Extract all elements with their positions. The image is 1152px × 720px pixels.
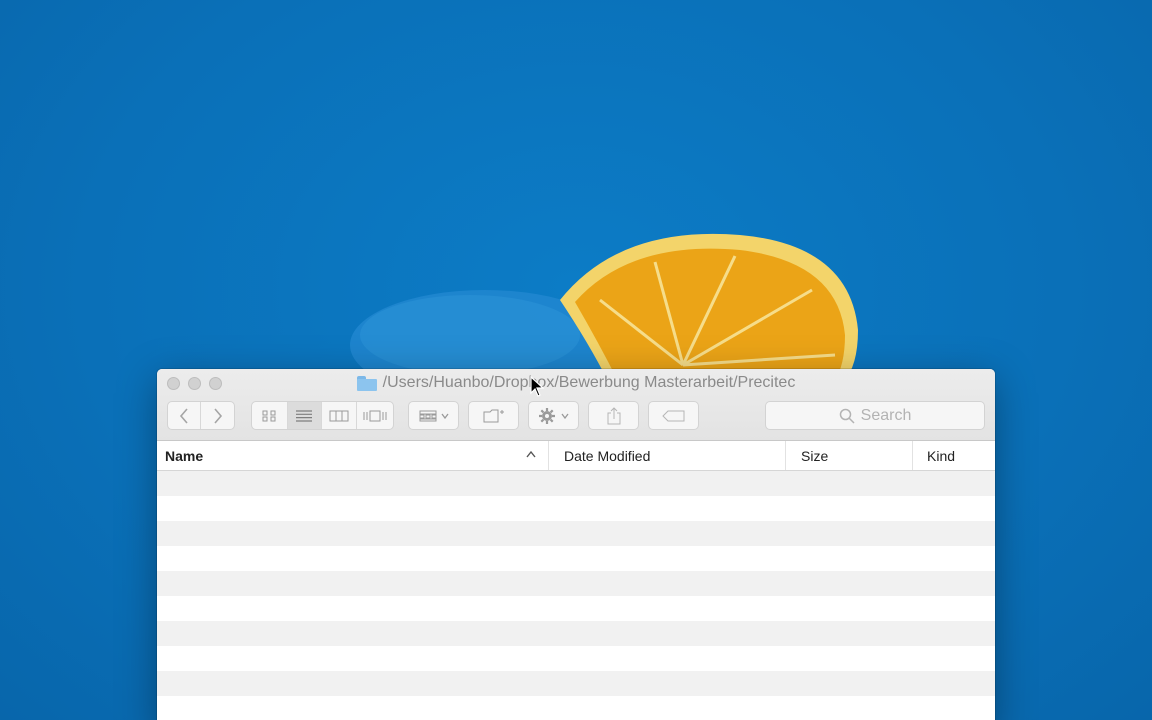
arrange-grid-icon (419, 410, 436, 421)
share-button[interactable] (589, 402, 638, 429)
chevron-down-icon (561, 413, 569, 419)
gear-icon (539, 407, 555, 424)
mouse-pointer-icon (530, 376, 544, 397)
new-folder-icon (483, 409, 504, 422)
view-mode-control (251, 401, 394, 430)
chevron-right-icon (213, 407, 222, 424)
list-view-button[interactable] (287, 402, 323, 429)
search-icon (839, 408, 855, 424)
empty-row (157, 646, 995, 671)
arrange-menu[interactable] (408, 401, 459, 430)
empty-row (157, 671, 995, 696)
column-header-row: Name Date Modified Size Kind (157, 441, 995, 471)
list-icon (296, 409, 313, 422)
action-button[interactable] (529, 402, 578, 429)
column-header-size[interactable]: Size (786, 441, 913, 470)
column-label-kind: Kind (927, 447, 956, 464)
empty-row (157, 496, 995, 521)
cover-flow-icon (363, 410, 387, 421)
window-title: /Users/Huanbo/Dropbox/Bewerbung Masterar… (157, 374, 995, 392)
search-placeholder: Search (860, 406, 912, 424)
search-field[interactable]: Search (765, 401, 985, 430)
title-bar[interactable]: /Users/Huanbo/Dropbox/Bewerbung Masterar… (157, 369, 995, 441)
column-header-date-modified[interactable]: Date Modified (549, 441, 786, 470)
file-list[interactable] (157, 471, 995, 720)
tags-group (648, 401, 699, 430)
column-header-name[interactable]: Name (157, 441, 549, 470)
column-label-size: Size (801, 447, 829, 464)
column-label-name: Name (165, 447, 204, 464)
empty-row (157, 521, 995, 546)
action-menu[interactable] (528, 401, 579, 430)
empty-row (157, 571, 995, 596)
column-view-button[interactable] (322, 402, 357, 429)
grid-icon (262, 410, 276, 421)
nav-buttons (167, 401, 235, 430)
column-header-kind[interactable]: Kind (913, 441, 995, 470)
new-folder-button[interactable] (469, 402, 518, 429)
window-path: /Users/Huanbo/Dropbox/Bewerbung Masterar… (382, 374, 796, 391)
columns-icon (329, 410, 349, 421)
finder-window[interactable]: /Users/Huanbo/Dropbox/Bewerbung Masterar… (157, 369, 995, 720)
tags-button[interactable] (649, 402, 698, 429)
chevron-down-icon (440, 413, 449, 419)
share-icon (607, 406, 620, 424)
cover-flow-view-button[interactable] (357, 402, 393, 429)
empty-row (157, 621, 995, 646)
empty-row (157, 696, 995, 720)
empty-row (157, 471, 995, 496)
chevron-left-icon (179, 407, 188, 424)
forward-button[interactable] (201, 402, 234, 429)
tag-icon (661, 410, 684, 421)
empty-row (157, 546, 995, 571)
new-folder-group (468, 401, 519, 430)
icon-view-button[interactable] (252, 402, 288, 429)
share-group (588, 401, 639, 430)
folder-icon (356, 375, 377, 391)
toolbar: Search (167, 401, 985, 431)
column-label-date-modified: Date Modified (564, 447, 651, 464)
empty-row (157, 596, 995, 621)
arrange-button[interactable] (409, 402, 458, 429)
sort-ascending-icon (526, 449, 536, 461)
back-button[interactable] (168, 402, 202, 429)
